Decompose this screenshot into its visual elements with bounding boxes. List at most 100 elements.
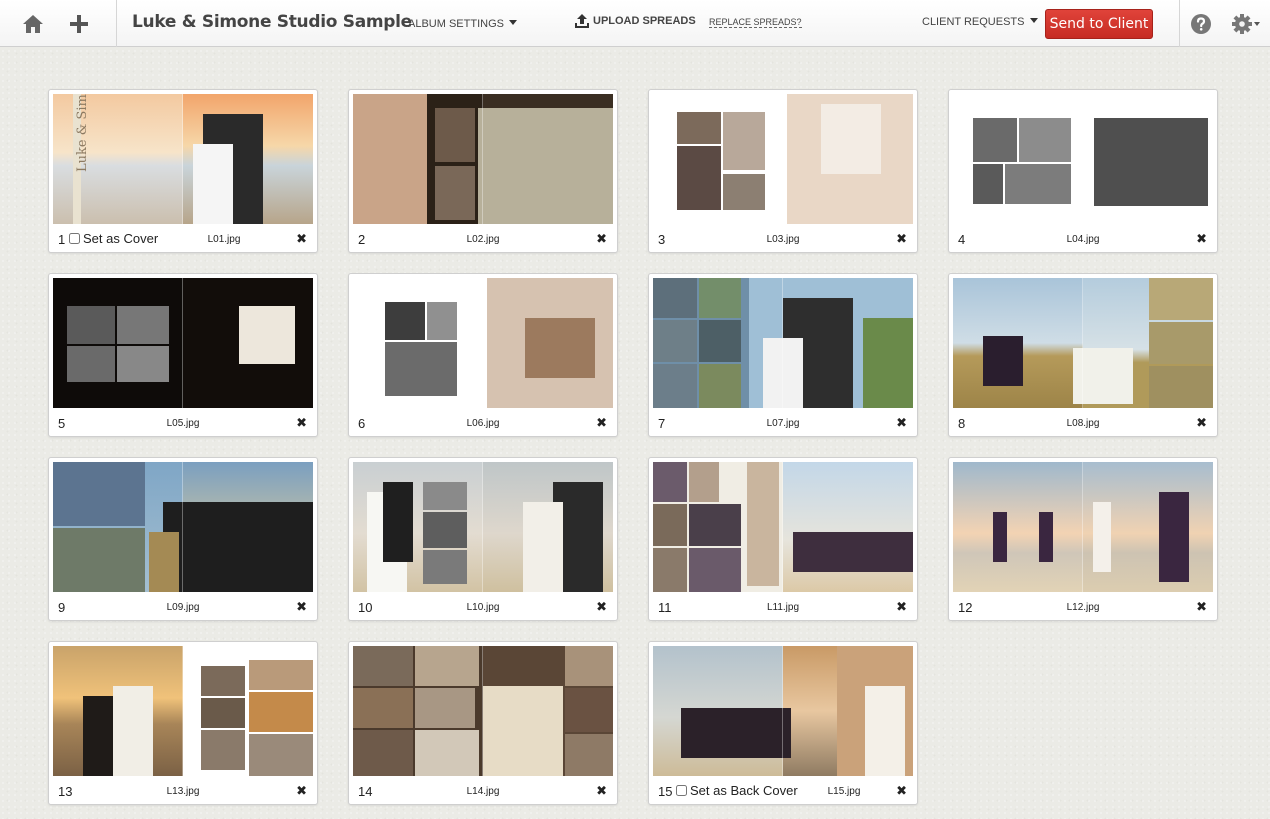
delete-spread-icon[interactable]: ✖ (896, 783, 907, 799)
spread-card[interactable]: 15 Set as Back Cover L15.jpg ✖ (648, 641, 918, 805)
spread-card[interactable]: Luke & Simone 1 Set as Cover L01.jpg ✖ (48, 89, 318, 253)
spread-card[interactable]: 11 L11.jpg ✖ (648, 457, 918, 621)
replace-spreads-link[interactable]: REPLACE SPREADS? (709, 17, 802, 28)
add-button[interactable] (62, 0, 96, 47)
spread-thumbnail[interactable] (353, 94, 613, 224)
spread-thumbnail[interactable] (953, 278, 1213, 408)
spread-thumbnail[interactable] (653, 94, 913, 224)
delete-spread-icon[interactable]: ✖ (296, 415, 307, 431)
spread-card[interactable]: 3 L03.jpg ✖ (648, 89, 918, 253)
spread-footer: 12 L12.jpg ✖ (949, 596, 1217, 620)
photo-placeholder (699, 320, 741, 362)
photo-placeholder (249, 692, 313, 732)
photo-placeholder (723, 174, 765, 210)
client-requests-menu[interactable]: CLIENT REQUESTS (922, 16, 1038, 28)
spread-card[interactable]: 6 L06.jpg ✖ (348, 273, 618, 437)
delete-spread-icon[interactable]: ✖ (296, 599, 307, 615)
delete-spread-icon[interactable]: ✖ (896, 599, 907, 615)
spread-spine (1082, 94, 1083, 224)
photo-placeholder (67, 346, 115, 382)
photo-placeholder (423, 512, 467, 548)
delete-spread-icon[interactable]: ✖ (596, 599, 607, 615)
set-back-cover-checkbox[interactable] (676, 785, 687, 796)
gear-icon (1232, 13, 1260, 34)
photo-placeholder (249, 734, 313, 776)
delete-spread-icon[interactable]: ✖ (596, 231, 607, 247)
spread-filename: L11.jpg (766, 602, 800, 613)
spread-thumbnail[interactable] (53, 278, 313, 408)
spread-thumbnail[interactable] (353, 462, 613, 592)
spread-spine (782, 278, 783, 408)
delete-spread-icon[interactable]: ✖ (1196, 415, 1207, 431)
spread-footer: 4 L04.jpg ✖ (949, 228, 1217, 252)
photo-placeholder (423, 550, 467, 584)
spread-card[interactable]: 10 L10.jpg ✖ (348, 457, 618, 621)
spread-thumbnail[interactable] (653, 646, 913, 776)
settings-button[interactable] (1226, 0, 1266, 47)
photo-placeholder (747, 462, 779, 586)
spread-card[interactable]: 5 L05.jpg ✖ (48, 273, 318, 437)
delete-spread-icon[interactable]: ✖ (596, 783, 607, 799)
spread-card[interactable]: 8 L08.jpg ✖ (948, 273, 1218, 437)
spread-footer: 9 L09.jpg ✖ (49, 596, 317, 620)
spread-thumbnail[interactable] (653, 278, 913, 408)
photo-placeholder (113, 686, 153, 776)
spread-thumbnail[interactable] (53, 462, 313, 592)
delete-spread-icon[interactable]: ✖ (896, 231, 907, 247)
spread-thumbnail[interactable] (353, 646, 613, 776)
photo-placeholder (201, 666, 245, 696)
photo-placeholder (653, 462, 687, 502)
album-settings-label: ALBUM SETTINGS (408, 18, 504, 30)
delete-spread-icon[interactable]: ✖ (296, 231, 307, 247)
spread-thumbnail[interactable]: Luke & Simone (53, 94, 313, 224)
photo-placeholder (973, 164, 1003, 204)
delete-spread-icon[interactable]: ✖ (596, 415, 607, 431)
home-button[interactable] (16, 0, 50, 47)
spread-thumbnail[interactable] (953, 462, 1213, 592)
spread-card[interactable]: 9 L09.jpg ✖ (48, 457, 318, 621)
set-cover-checkbox[interactable] (69, 233, 80, 244)
photo-placeholder (383, 482, 413, 562)
spread-thumbnail[interactable] (353, 278, 613, 408)
delete-spread-icon[interactable]: ✖ (296, 783, 307, 799)
spread-card[interactable]: 14 L14.jpg ✖ (348, 641, 618, 805)
spread-card[interactable]: 4 L04.jpg ✖ (948, 89, 1218, 253)
photo-placeholder (699, 364, 741, 408)
spread-card[interactable]: 12 L12.jpg ✖ (948, 457, 1218, 621)
photo-placeholder (53, 462, 145, 526)
spread-filename: L07.jpg (766, 418, 800, 429)
photo-placeholder (353, 94, 427, 224)
spread-spine (182, 646, 183, 776)
photo-placeholder (653, 278, 697, 318)
delete-spread-icon[interactable]: ✖ (1196, 231, 1207, 247)
set-cover-option[interactable]: Set as Cover (69, 231, 158, 246)
delete-spread-icon[interactable]: ✖ (896, 415, 907, 431)
photo-placeholder (201, 698, 245, 728)
delete-spread-icon[interactable]: ✖ (1196, 599, 1207, 615)
upload-spreads-button[interactable]: UPLOAD SPREADS (574, 13, 696, 29)
spread-spine (482, 646, 483, 776)
photo-placeholder (1039, 512, 1053, 562)
photo-placeholder (423, 482, 467, 510)
help-button[interactable] (1186, 0, 1216, 47)
spread-filename: L12.jpg (1066, 602, 1100, 613)
spread-card[interactable]: 7 L07.jpg ✖ (648, 273, 918, 437)
photo-placeholder (523, 502, 563, 592)
spread-thumbnail[interactable] (53, 646, 313, 776)
send-to-client-button[interactable]: Send to Client (1045, 9, 1153, 39)
spread-filename: L13.jpg (166, 786, 200, 797)
spread-thumbnail[interactable] (653, 462, 913, 592)
photo-placeholder (483, 686, 563, 776)
spread-card[interactable]: 13 L13.jpg ✖ (48, 641, 318, 805)
client-requests-label: CLIENT REQUESTS (922, 16, 1025, 28)
photo-placeholder (677, 146, 721, 210)
spread-card[interactable]: 2 L02.jpg ✖ (348, 89, 618, 253)
album-settings-menu[interactable]: ALBUM SETTINGS (408, 18, 517, 30)
photo-placeholder (53, 528, 145, 592)
photo-placeholder (435, 108, 475, 162)
set-back-cover-option[interactable]: Set as Back Cover (676, 783, 798, 798)
spread-footer: 13 L13.jpg ✖ (49, 780, 317, 804)
spread-thumbnail[interactable] (953, 94, 1213, 224)
spread-filename: L02.jpg (466, 234, 500, 245)
spread-footer: 1 Set as Cover L01.jpg ✖ (49, 228, 317, 252)
